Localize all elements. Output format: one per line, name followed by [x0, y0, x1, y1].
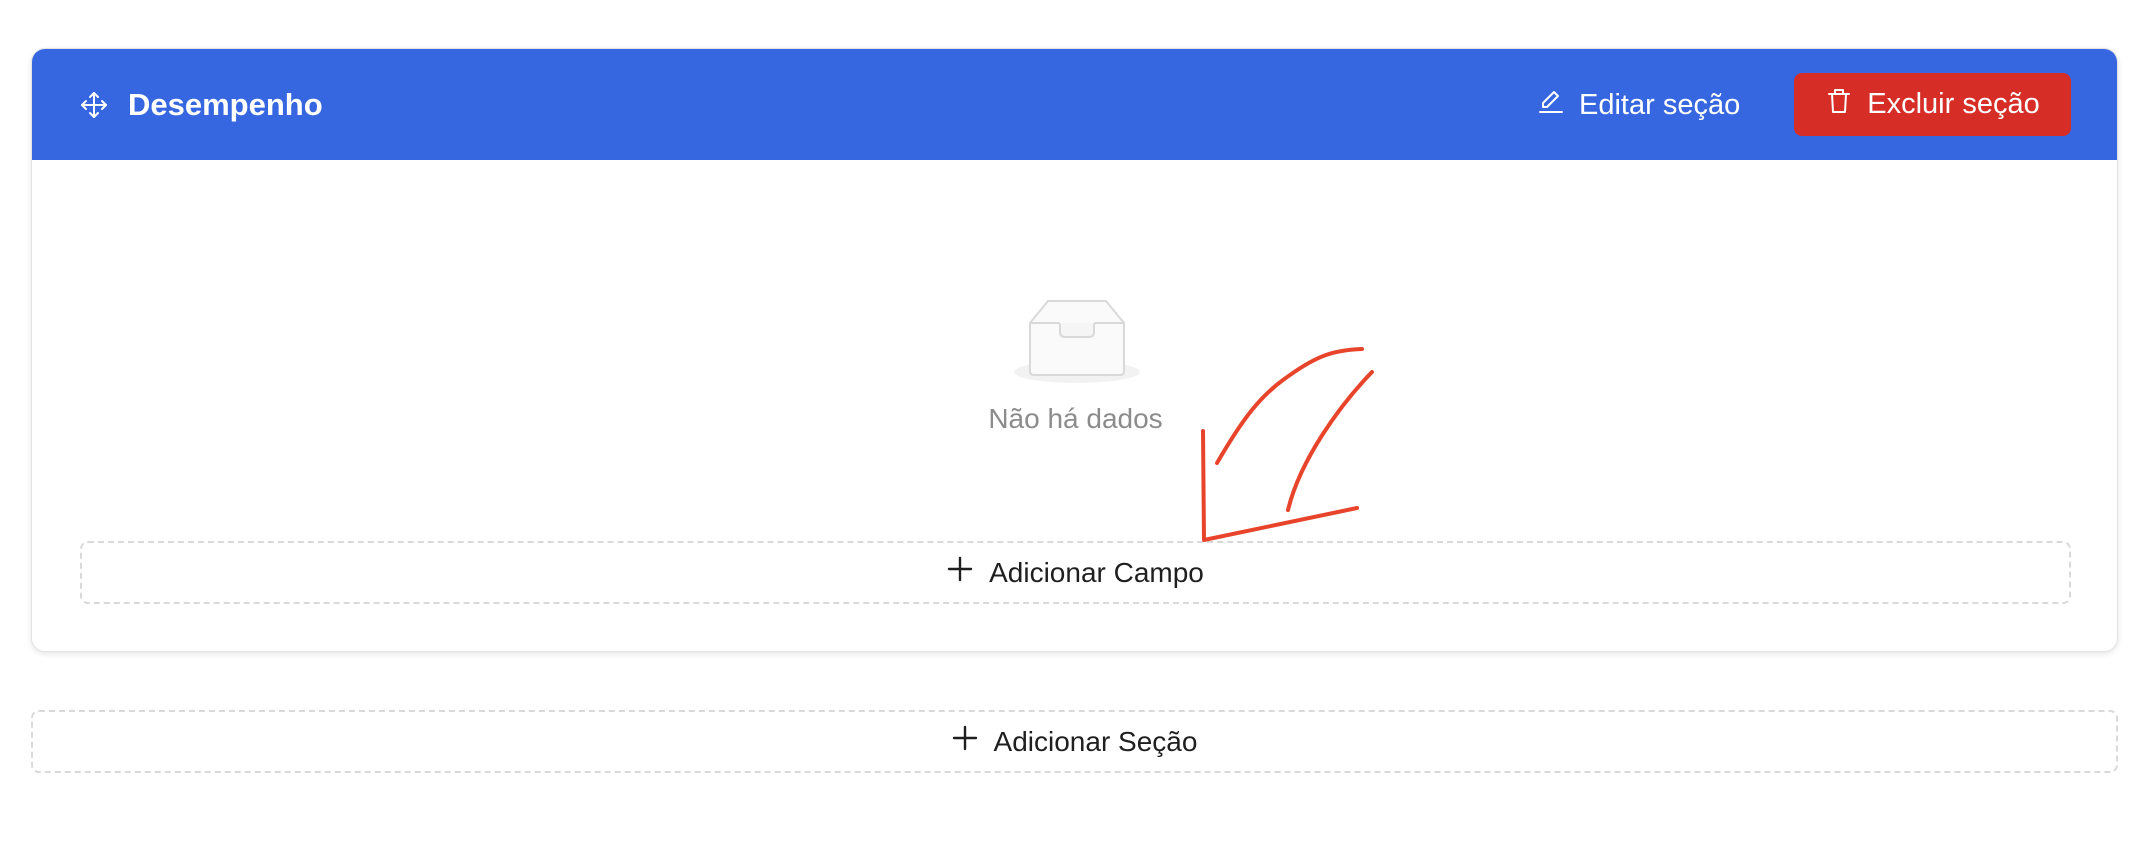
inbox-icon	[1012, 299, 1142, 385]
delete-section-label: Excluir seção	[1867, 88, 2040, 120]
plus-icon	[952, 725, 978, 758]
edit-section-label: Editar seção	[1579, 88, 1741, 121]
delete-section-button[interactable]: Excluir seção	[1794, 73, 2071, 136]
plus-icon	[947, 556, 973, 589]
add-field-button[interactable]: Adicionar Campo	[80, 541, 2071, 604]
add-section-button[interactable]: Adicionar Seção	[31, 710, 2118, 773]
move-icon[interactable]	[80, 91, 108, 119]
pencil-icon	[1537, 87, 1565, 123]
add-section-label: Adicionar Seção	[993, 725, 1198, 757]
empty-state-text: Não há dados	[988, 403, 1163, 434]
trash-icon	[1825, 87, 1853, 123]
section-title: Desempenho	[128, 87, 323, 122]
form-builder-canvas: Desempenho Editar seção Excluir seção Nã…	[0, 0, 2148, 848]
section-header: Desempenho Editar seção Excluir seção	[32, 49, 2117, 160]
add-field-label: Adicionar Campo	[989, 556, 1204, 588]
section-card: Desempenho Editar seção Excluir seção Nã…	[31, 48, 2118, 652]
edit-section-button[interactable]: Editar seção	[1537, 85, 1740, 125]
